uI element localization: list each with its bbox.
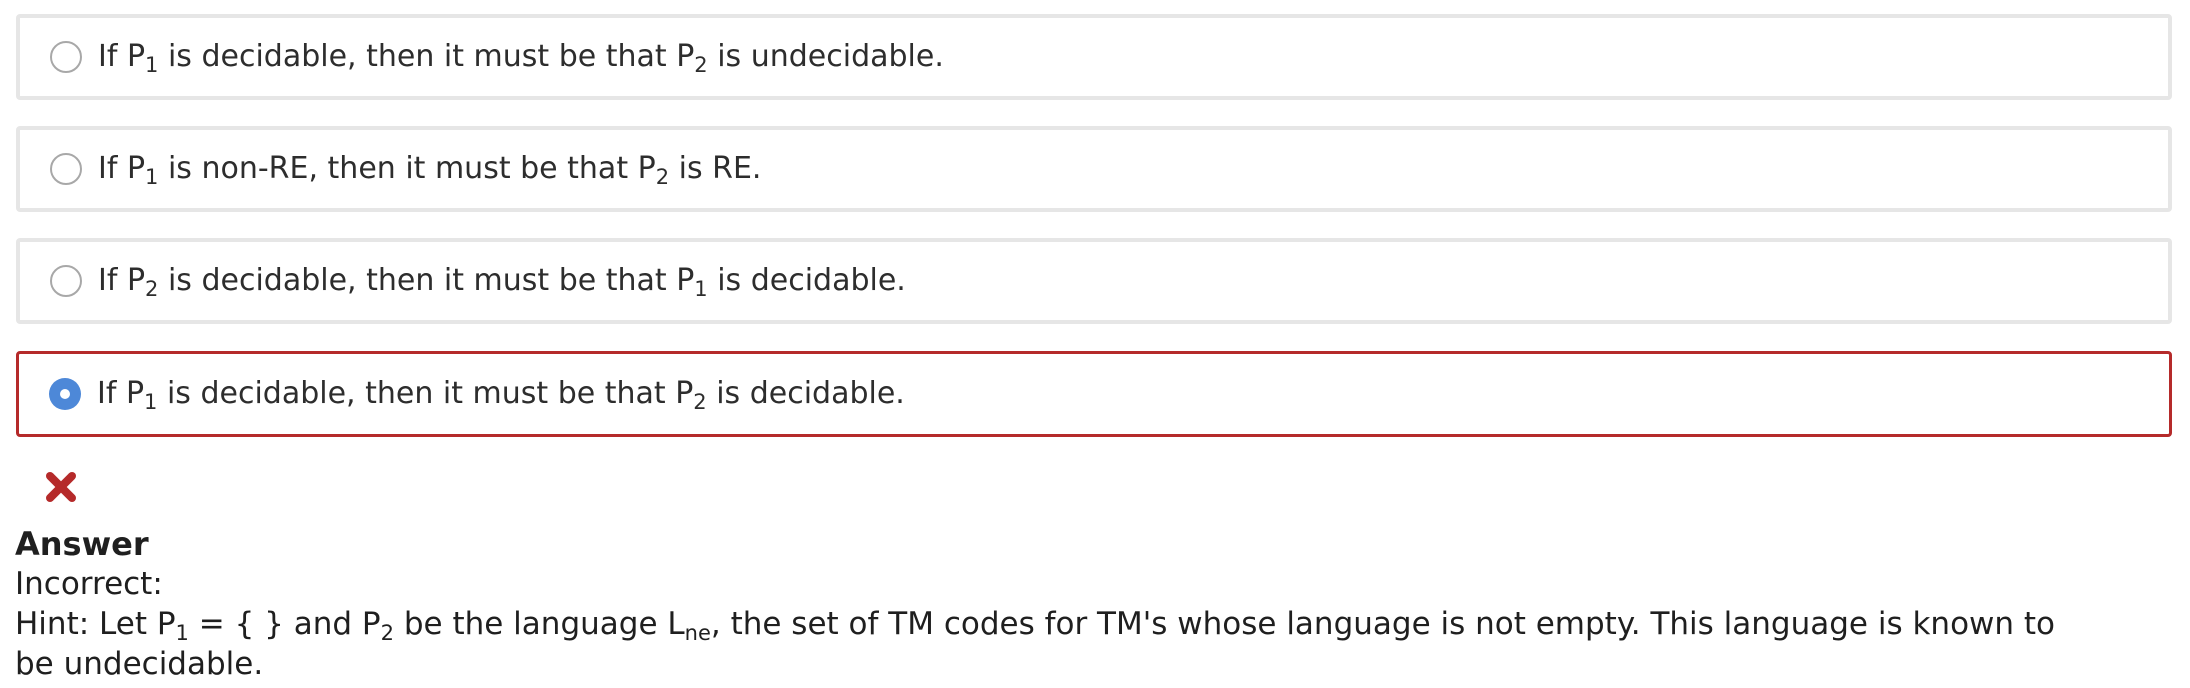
answer-status: Incorrect: bbox=[15, 566, 163, 602]
option-4-label: If P1 is decidable, then it must be that… bbox=[97, 376, 905, 414]
answer-option-1[interactable]: If P1 is decidable, then it must be that… bbox=[16, 14, 2172, 100]
option-1-label: If P1 is decidable, then it must be that… bbox=[98, 39, 944, 77]
x-mark-icon bbox=[46, 472, 76, 502]
answer-heading: Answer bbox=[15, 525, 149, 563]
radio-button-option-1[interactable] bbox=[50, 41, 82, 73]
option-3-label: If P2 is decidable, then it must be that… bbox=[98, 263, 906, 301]
answer-hint: Hint: Let P1 = { } and P2 be the languag… bbox=[15, 606, 2056, 682]
answer-option-2[interactable]: If P1 is non-RE, then it must be that P2… bbox=[16, 126, 2172, 212]
answer-option-3[interactable]: If P2 is decidable, then it must be that… bbox=[16, 238, 2172, 324]
answer-option-4[interactable]: If P1 is decidable, then it must be that… bbox=[16, 351, 2172, 437]
radio-button-option-2[interactable] bbox=[50, 153, 82, 185]
radio-button-option-4[interactable] bbox=[49, 378, 81, 410]
radio-button-option-3[interactable] bbox=[50, 265, 82, 297]
option-2-label: If P1 is non-RE, then it must be that P2… bbox=[98, 151, 762, 189]
